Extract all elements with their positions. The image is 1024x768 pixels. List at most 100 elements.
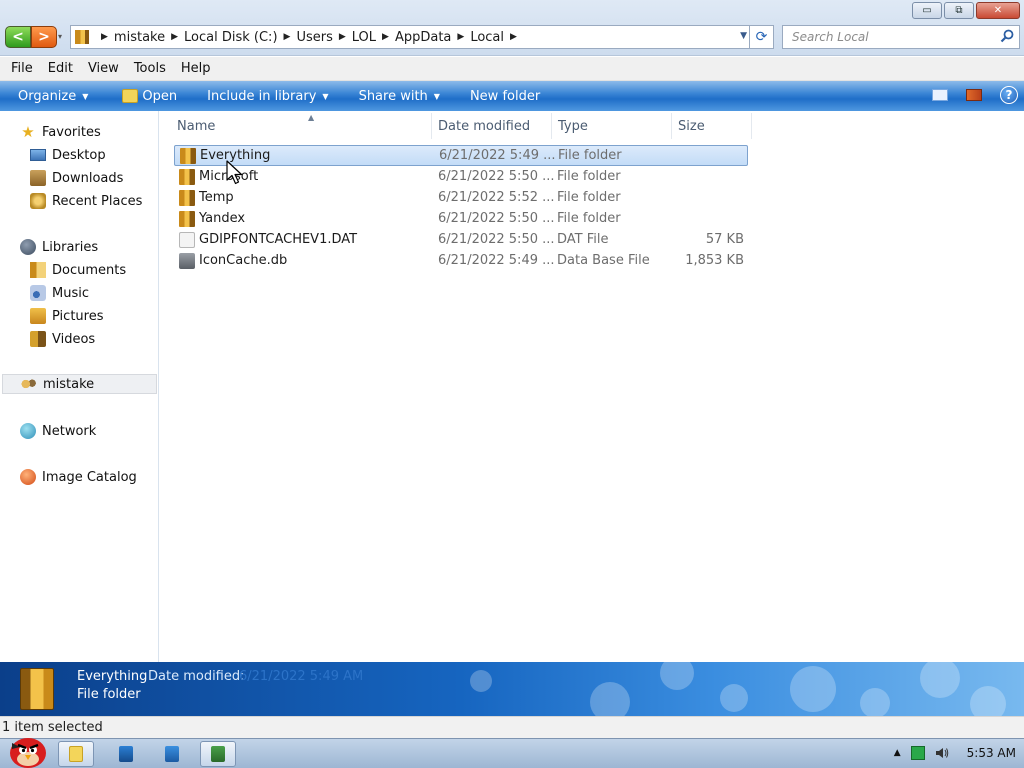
sidebar-item-image-catalog[interactable]: Image Catalog (20, 467, 137, 487)
sidebar-item-label: Favorites (42, 124, 101, 140)
sidebar-item-libraries[interactable]: Libraries (20, 237, 98, 257)
volume-icon[interactable] (935, 746, 949, 760)
breadcrumb-separator[interactable]: ▶ (457, 32, 464, 42)
file-type: File folder (557, 211, 621, 226)
sidebar-item-music[interactable]: Music (30, 283, 89, 303)
file-date: 6/21/2022 5:50 ... (438, 169, 555, 184)
table-row[interactable]: Microsoft 6/21/2022 5:50 ... File folder (174, 166, 748, 187)
sidebar-item-desktop[interactable]: Desktop (30, 145, 106, 165)
menu-file[interactable]: File (6, 61, 38, 76)
application-icon (119, 746, 133, 762)
sidebar-item-favorites[interactable]: ★ Favorites (20, 122, 101, 142)
maximize-button[interactable]: ⧉ (944, 2, 974, 19)
breadcrumb-separator[interactable]: ▶ (171, 32, 178, 42)
column-header-type[interactable]: Type (552, 113, 672, 139)
table-row[interactable]: IconCache.db 6/21/2022 5:49 ... Data Bas… (174, 250, 748, 271)
address-dropdown-button[interactable]: ▼ (740, 31, 747, 41)
network-status-icon[interactable] (910, 746, 925, 760)
sidebar-item-pictures[interactable]: Pictures (30, 306, 103, 326)
music-icon (30, 285, 46, 301)
address-bar[interactable]: ▶ mistake ▶ Local Disk (C:) ▶ Users ▶ LO… (70, 25, 774, 49)
open-button[interactable]: Open (98, 81, 187, 111)
include-in-library-button[interactable]: Include in library ▼ (187, 81, 338, 111)
decorative-bubble (970, 686, 1006, 716)
table-row[interactable]: Everything 6/21/2022 5:49 ... File folde… (174, 145, 748, 166)
breadcrumb-separator[interactable]: ▶ (510, 32, 517, 42)
breadcrumb-separator[interactable]: ▶ (382, 32, 389, 42)
navigation-buttons: < > (5, 26, 57, 48)
breadcrumb-separator[interactable]: ▶ (339, 32, 346, 42)
preview-pane-icon[interactable] (966, 89, 982, 101)
menu-help[interactable]: Help (176, 61, 216, 76)
sort-ascending-icon: ▲ (308, 113, 315, 122)
application-icon (211, 746, 225, 762)
recent-places-icon (30, 193, 46, 209)
sidebar-item-downloads[interactable]: Downloads (30, 168, 123, 188)
column-header-name[interactable]: Name ▲ (171, 113, 432, 139)
breadcrumb-lol[interactable]: LOL (352, 30, 376, 45)
network-icon (20, 423, 36, 439)
window-controls: ▭ ⧉ ✕ (912, 2, 1020, 19)
decorative-bubble (920, 662, 960, 698)
breadcrumb-mistake[interactable]: mistake (114, 30, 165, 45)
sidebar-item-label: Network (42, 423, 97, 439)
details-date-value: 6/21/2022 5:49 AM (239, 669, 364, 684)
details-item-type: File folder (77, 687, 141, 702)
sidebar-item-documents[interactable]: Documents (30, 260, 126, 280)
taskbar-app-button[interactable] (154, 741, 190, 767)
minimize-button[interactable]: ▭ (912, 2, 942, 19)
breadcrumb-local[interactable]: Local (470, 30, 504, 45)
show-hidden-icons-icon[interactable]: ▲ (894, 748, 901, 758)
selected-folder-icon (20, 668, 54, 710)
sidebar-item-label: Libraries (42, 239, 99, 255)
breadcrumb-appdata[interactable]: AppData (395, 30, 451, 45)
taskbar-app-button[interactable] (108, 741, 144, 767)
help-icon[interactable]: ? (1000, 86, 1018, 104)
command-bar: Organize ▼ Open Include in library ▼ Share… (0, 81, 1024, 111)
details-pane: Everything Date modified: 6/21/2022 5:49… (0, 662, 1024, 716)
file-type: File folder (557, 169, 621, 184)
change-view-icon[interactable] (932, 89, 948, 101)
sidebar-item-network[interactable]: Network (20, 421, 96, 441)
mouse-cursor-icon (226, 160, 243, 185)
back-button[interactable]: < (5, 26, 31, 48)
folder-location-icon (75, 30, 89, 44)
decorative-bubble (660, 662, 694, 690)
taskbar-explorer-button[interactable] (58, 741, 94, 767)
menu-edit[interactable]: Edit (43, 61, 78, 76)
chevron-down-icon: ▼ (433, 91, 440, 101)
folder-icon (69, 746, 83, 762)
column-header-date-modified[interactable]: Date modified (432, 113, 552, 139)
decorative-bubble (720, 684, 748, 712)
new-folder-button[interactable]: New folder (450, 81, 550, 111)
star-icon: ★ (21, 123, 35, 141)
recent-pages-dropdown[interactable]: ▾ (58, 32, 62, 41)
forward-button[interactable]: > (31, 26, 57, 48)
column-header-size[interactable]: Size (672, 113, 752, 139)
search-input[interactable] (792, 30, 992, 44)
sidebar-item-recent-places[interactable]: Recent Places (30, 191, 142, 211)
table-row[interactable]: Yandex 6/21/2022 5:50 ... File folder (174, 208, 748, 229)
close-button[interactable]: ✕ (976, 2, 1020, 19)
breadcrumb-separator[interactable]: ▶ (101, 32, 108, 42)
start-button-icon[interactable] (4, 729, 50, 768)
organize-button[interactable]: Organize ▼ (0, 81, 98, 111)
menu-view[interactable]: View (83, 61, 124, 76)
breadcrumb-local-disk[interactable]: Local Disk (C:) (184, 30, 277, 45)
share-with-button[interactable]: Share with ▼ (339, 81, 450, 111)
taskbar-app-button[interactable] (200, 741, 236, 767)
sidebar-item-videos[interactable]: Videos (30, 329, 95, 349)
sidebar-item-user[interactable]: mistake (2, 374, 157, 394)
pictures-icon (30, 308, 46, 324)
menu-tools[interactable]: Tools (129, 61, 171, 76)
search-icon[interactable] (1000, 29, 1014, 43)
search-box[interactable] (782, 25, 1020, 49)
breadcrumb-users[interactable]: Users (296, 30, 332, 45)
table-row[interactable]: Temp 6/21/2022 5:52 ... File folder (174, 187, 748, 208)
refresh-button[interactable]: ⟳ (749, 26, 773, 48)
breadcrumb-separator[interactable]: ▶ (284, 32, 291, 42)
table-row[interactable]: GDIPFONTCACHEV1.DAT 6/21/2022 5:50 ... D… (174, 229, 748, 250)
command-bar-right: ? (932, 86, 1018, 104)
clock[interactable]: 5:53 AM (967, 746, 1016, 760)
file-type: File folder (558, 148, 622, 163)
